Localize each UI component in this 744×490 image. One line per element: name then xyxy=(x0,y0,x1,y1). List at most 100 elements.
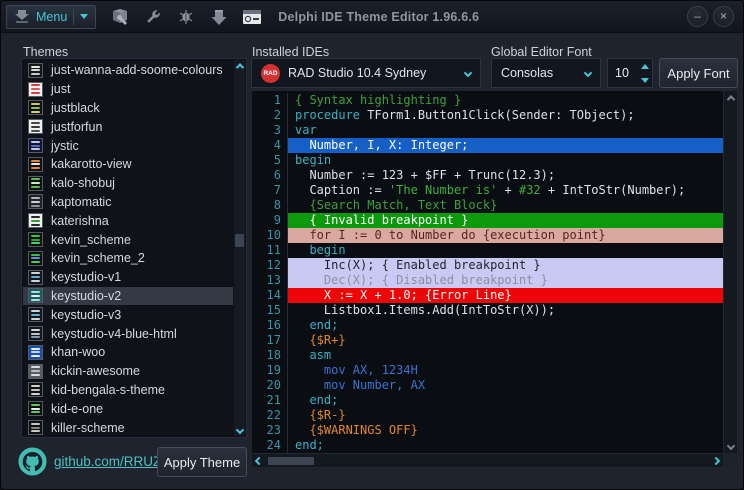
themes-scrollbar-thumb[interactable] xyxy=(235,233,244,247)
scroll-up-icon[interactable] xyxy=(726,95,735,104)
menu-button[interactable]: Menu xyxy=(6,4,97,29)
theme-item[interactable]: killer-scheme xyxy=(23,418,233,437)
code-text: Number := 123 + $FF + Trunc(12.3); xyxy=(295,168,556,182)
wrench-icon[interactable] xyxy=(143,7,163,27)
themes-panel-label: Themes xyxy=(23,45,69,59)
theme-preview-icon xyxy=(28,119,43,135)
theme-item[interactable]: just xyxy=(23,80,233,99)
code-line: 12 Inc(X); { Enabled breakpoint } xyxy=(252,258,723,273)
code-line: 2 procedure TForm1.Button1Click(Sender: T… xyxy=(252,108,723,123)
theme-item[interactable]: kevin_scheme_2 xyxy=(23,249,233,268)
close-button[interactable]: × xyxy=(713,6,734,27)
themes-scrollbar-track[interactable] xyxy=(234,72,245,424)
editor-vertical-scrollbar[interactable] xyxy=(723,91,737,453)
line-number: 17 xyxy=(252,333,288,348)
themes-scrollbar[interactable] xyxy=(234,60,245,436)
code-text: begin xyxy=(295,153,332,167)
line-number: 12 xyxy=(252,258,288,273)
spin-up-button[interactable] xyxy=(637,59,652,73)
theme-item[interactable]: keystudio-v2 xyxy=(23,286,233,306)
titlebar[interactable]: Menu Delphi IDE Theme Editor 1.96.6.6 – … xyxy=(1,1,743,33)
theme-item[interactable]: kevin_scheme xyxy=(23,230,233,249)
code-line: 9 { Invalid breakpoint } xyxy=(252,213,723,228)
scroll-down-icon[interactable] xyxy=(234,424,245,436)
spin-down-button[interactable] xyxy=(637,73,652,87)
font-select-value: Consolas xyxy=(501,66,554,80)
window-title: Delphi IDE Theme Editor 1.96.6.6 xyxy=(278,9,480,24)
code-text: {$R+} xyxy=(295,333,346,347)
code-text: procedure TForm1.Button1Click(Sender: TO… xyxy=(295,108,635,122)
theme-item-label: khan-woo xyxy=(51,345,106,360)
code-text: var xyxy=(295,123,317,137)
scroll-right-icon[interactable] xyxy=(709,456,723,465)
code-text: begin xyxy=(309,243,346,257)
font-size-stepper[interactable]: 10 xyxy=(607,58,653,88)
line-number: 8 xyxy=(252,198,288,213)
theme-item[interactable]: khan-woo xyxy=(23,343,233,362)
minimize-button[interactable]: – xyxy=(687,6,708,27)
line-number: 19 xyxy=(252,363,288,378)
theme-item-label: kevin_scheme xyxy=(51,232,131,247)
code-line: 5 begin xyxy=(252,153,723,168)
console-window-icon[interactable] xyxy=(242,7,262,27)
editor-horizontal-scrollbar[interactable] xyxy=(252,453,723,467)
global-editor-font-label: Global Editor Font xyxy=(491,45,592,59)
theme-item[interactable]: kalo-shobuj xyxy=(23,174,233,193)
theme-item[interactable]: justblack xyxy=(23,99,233,118)
apply-font-button[interactable]: Apply Font xyxy=(659,58,738,88)
line-number: 9 xyxy=(252,213,288,228)
theme-preview-icon xyxy=(28,100,43,116)
editor-hscroll-thumb[interactable] xyxy=(268,456,314,465)
code-line: 22 {$R-} xyxy=(252,408,723,423)
theme-item[interactable]: keystudio-v1 xyxy=(23,268,233,287)
line-number: 2 xyxy=(252,108,288,123)
code-line: 1 { Syntax highlighting } xyxy=(252,93,723,108)
line-number: 5 xyxy=(252,153,288,168)
install-package-icon[interactable] xyxy=(110,7,130,27)
code-area[interactable]: 1 { Syntax highlighting } 2 procedure TForm… xyxy=(252,91,723,453)
theme-preview-icon xyxy=(28,401,43,417)
theme-item[interactable]: just-wanna-add-soome-colours xyxy=(23,61,233,80)
code-line: 6 Number := 123 + $FF + Trunc(12.3); xyxy=(252,168,723,183)
github-link[interactable]: github.com/RRUZ xyxy=(54,454,161,469)
theme-item-label: justblack xyxy=(51,100,100,115)
theme-preview-icon xyxy=(28,175,43,191)
apply-theme-button[interactable]: Apply Theme xyxy=(157,447,247,477)
theme-item[interactable]: keystudio-v4-blue-html xyxy=(23,324,233,343)
installed-ides-select[interactable]: RAD RAD Studio 10.4 Sydney xyxy=(251,58,481,88)
theme-item[interactable]: kaptomatic xyxy=(23,193,233,212)
download-icon[interactable] xyxy=(209,7,229,27)
scroll-left-icon[interactable] xyxy=(252,456,266,465)
theme-item[interactable]: kid-bengala-s-theme xyxy=(23,381,233,400)
code-line: 23 {$WARNINGS OFF} xyxy=(252,423,723,438)
font-size-value[interactable]: 10 xyxy=(608,59,637,87)
theme-item[interactable]: katerishna xyxy=(23,211,233,230)
menu-dropdown-caret[interactable] xyxy=(80,14,89,19)
code-line: 10 for I := 0 to Number do {execution po… xyxy=(252,228,723,243)
theme-item[interactable]: kakarotto-view xyxy=(23,155,233,174)
theme-item[interactable]: keystudio-v3 xyxy=(23,305,233,324)
toolbar xyxy=(110,7,262,27)
line-number: 1 xyxy=(252,93,288,108)
theme-item[interactable]: jystic xyxy=(23,136,233,155)
font-select[interactable]: Consolas xyxy=(491,58,601,88)
code-editor[interactable]: 1 { Syntax highlighting } 2 procedure TForm… xyxy=(251,90,738,468)
theme-item-label: kakarotto-view xyxy=(51,157,132,172)
scroll-up-icon[interactable] xyxy=(234,60,245,72)
theme-item[interactable]: justforfun xyxy=(23,117,233,136)
scroll-down-icon[interactable] xyxy=(726,441,735,451)
code-text: { Invalid breakpoint } xyxy=(288,213,723,228)
line-number: 4 xyxy=(252,138,288,153)
theme-preview-icon xyxy=(28,307,43,323)
themes-list[interactable]: just-wanna-add-soome-colours just justblac… xyxy=(21,58,247,438)
theme-item-label: just-wanna-add-soome-colours xyxy=(51,63,223,78)
line-number: 3 xyxy=(252,123,288,138)
theme-item[interactable]: kid-e-one xyxy=(23,399,233,418)
code-line: 3 var xyxy=(252,123,723,138)
bug-icon[interactable] xyxy=(176,7,196,27)
theme-item-label: keystudio-v1 xyxy=(51,270,122,285)
github-icon[interactable] xyxy=(18,447,47,476)
theme-item-label: justforfun xyxy=(51,119,103,134)
theme-item[interactable]: kickin-awesome xyxy=(23,362,233,381)
line-number: 20 xyxy=(252,378,288,393)
